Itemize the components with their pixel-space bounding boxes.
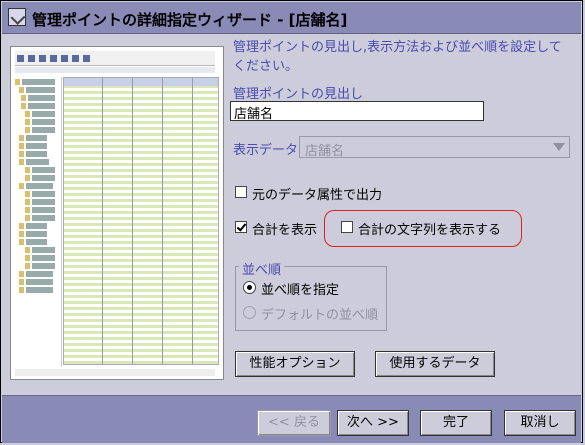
original-attr-label: 元のデータ属性で出力 [252,188,383,203]
display-data-select[interactable]: 店舗名 [299,136,570,159]
data-used-button[interactable]: 使用するデータ [375,351,495,377]
heading-field-label: 管理ポイントの見出し [233,87,364,102]
performance-options-button[interactable]: 性能オプション [235,351,355,377]
display-data-label: 表示データ: [233,143,303,158]
next-button[interactable]: 次へ >> [337,410,409,436]
preview-status-bar [15,369,215,376]
show-total-string-checkbox[interactable] [341,221,353,233]
sort-order-group-title: 並べ順 [239,259,285,278]
wizard-footer: << 戻る 次へ >> 完了 取消し [2,395,581,443]
back-button[interactable]: << 戻る [257,410,331,436]
preview-toolbar [15,51,215,66]
sort-specify-label: 並べ順を指定 [261,283,340,298]
sort-specify-radio[interactable] [243,281,256,294]
show-total-label: 合計を表示 [252,223,318,238]
show-total-checkbox[interactable] [235,221,247,233]
preview-table [63,77,219,365]
display-data-value: 店舗名 [305,144,345,159]
cancel-button[interactable]: 取消し [504,410,576,436]
sort-default-label: デフォルトの並べ順 [261,308,379,323]
instructions-text: 管理ポイントの見出し,表示方法および並べ順を設定してください。 [233,40,562,74]
wizard-content: 管理ポイントの見出し,表示方法および並べ順を設定してください。 管理ポイントの見… [2,34,581,394]
window-title: 管理ポイントの詳細指定ウィザード - [店舗名] [32,11,348,29]
chevron-down-icon [553,143,565,151]
sort-default-radio[interactable] [243,306,256,319]
window-menu-icon[interactable] [8,8,26,26]
finish-button[interactable]: 完了 [420,410,492,436]
preview-tree [15,77,62,367]
heading-input[interactable]: 店舗名 [230,101,484,122]
preview-image [10,46,224,380]
original-attr-checkbox[interactable] [235,186,247,198]
show-total-string-label: 合計の文字列を表示する [358,223,502,238]
preview-address-bar [15,67,215,73]
title-bar: 管理ポイントの詳細指定ウィザード - [店舗名] [2,2,581,34]
wizard-window: 管理ポイントの詳細指定ウィザード - [店舗名] 管理ポイントの見出し,表示方法… [0,0,583,443]
